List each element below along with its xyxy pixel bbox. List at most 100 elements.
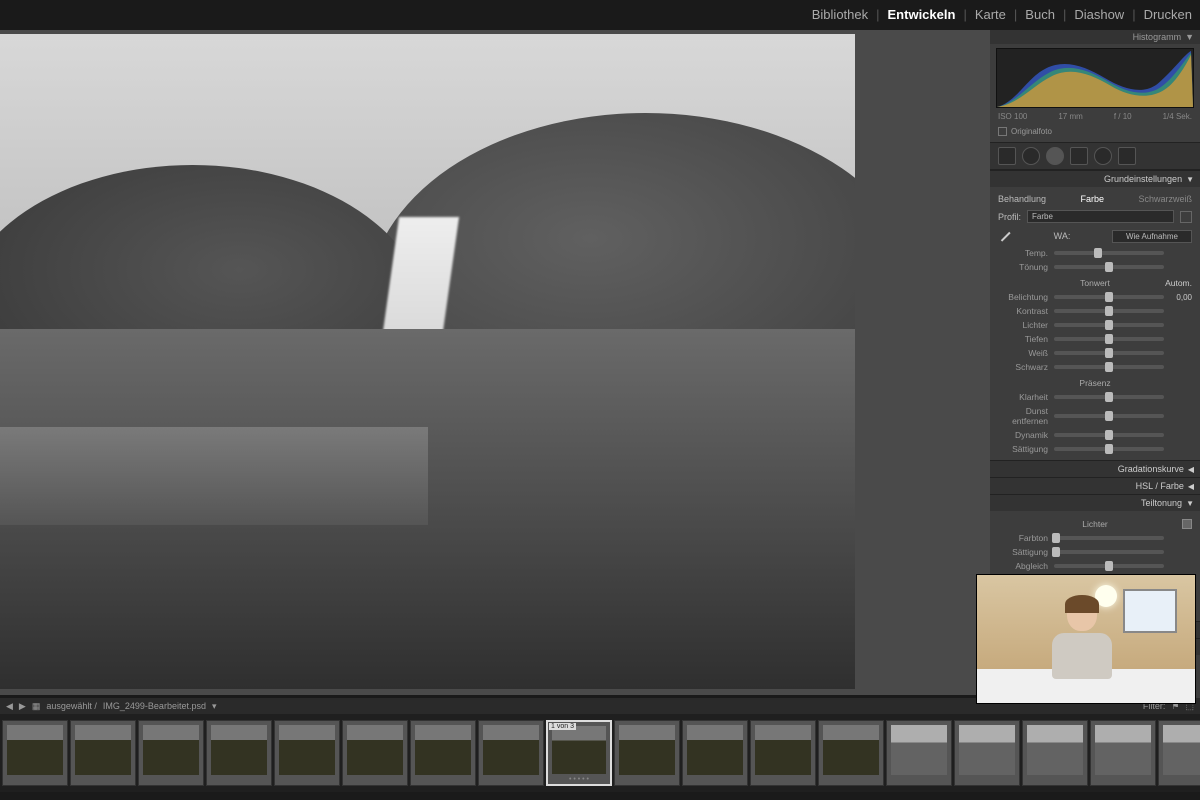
filmstrip[interactable]: 1 von 3• • • • • [0,714,1200,792]
gradient-tool-icon[interactable] [1070,147,1088,165]
treatment-color[interactable]: Farbe [1081,194,1105,204]
split-panel-header[interactable]: Teiltonung▼ [990,494,1200,511]
histogram-meta: ISO 100 17 mm f / 10 1/4 Sek. [990,112,1200,125]
module-tab-karte[interactable]: Karte [975,7,1006,22]
filename: IMG_2499-Bearbeitet.psd [103,701,206,711]
filmstrip-thumb[interactable] [682,720,748,786]
module-tab-bibliothek[interactable]: Bibliothek [812,7,868,22]
hsl-panel-header[interactable]: HSL / Farbe◀ [990,477,1200,494]
highlights-label: Lichter [998,320,1054,330]
split-hl-sat-label: Sättigung [998,547,1054,557]
module-tab-entwickeln[interactable]: Entwickeln [888,7,956,22]
color-swatch-icon[interactable] [1182,519,1192,529]
thumb-badge: 1 von 3 [549,723,576,730]
filmstrip-thumb[interactable] [206,720,272,786]
split-hl-hue-slider[interactable] [1054,536,1164,540]
dropdown-icon[interactable]: ▾ [212,701,217,712]
exposure-slider[interactable] [1054,295,1164,299]
basic-panel-header[interactable]: Grundeinstellungen ▼ [990,170,1200,187]
clarity-slider[interactable] [1054,395,1164,399]
webcam-overlay [976,574,1196,704]
split-balance-slider[interactable] [1054,564,1164,568]
filmstrip-thumb[interactable] [1022,720,1088,786]
local-tools [990,142,1200,170]
filmstrip-thumb[interactable] [274,720,340,786]
filmstrip-thumb[interactable] [138,720,204,786]
shadows-slider[interactable] [1054,337,1164,341]
dehaze-slider[interactable] [1054,414,1164,418]
meta-focal: 17 mm [1058,112,1082,121]
treatment-label: Behandlung [998,194,1046,204]
treatment-bw[interactable]: Schwarzweiß [1138,194,1192,204]
filmstrip-thumb[interactable] [70,720,136,786]
chevron-down-icon: ▼ [1186,175,1194,184]
highlights-slider[interactable] [1054,323,1164,327]
histogram-header[interactable]: Histogramm ▼ [990,30,1200,44]
split-hl-hue-label: Farbton [998,533,1054,543]
separator: | [1132,7,1135,22]
redeye-tool-icon[interactable] [1046,147,1064,165]
split-hl-sat-slider[interactable] [1054,550,1164,554]
chevron-left-icon: ◀ [1188,465,1194,474]
module-nav: Bibliothek | Entwickeln | Karte | Buch | Diashow… [812,0,1192,28]
filmstrip-thumb[interactable] [1090,720,1156,786]
filmstrip-thumb[interactable] [954,720,1020,786]
checkbox-icon[interactable] [998,127,1007,136]
filmstrip-thumb[interactable] [614,720,680,786]
meta-shutter: 1/4 Sek. [1163,112,1192,121]
saturation-slider[interactable] [1054,447,1164,451]
meta-aperture: f / 10 [1114,112,1132,121]
filmstrip-thumb[interactable] [886,720,952,786]
profile-select[interactable]: Farbe [1027,210,1174,223]
filmstrip-thumb[interactable]: 1 von 3• • • • • [546,720,612,786]
filmstrip-thumb[interactable] [478,720,544,786]
original-photo-row[interactable]: Originalfoto [990,125,1200,142]
split-balance-label: Abgleich [998,561,1054,571]
original-label: Originalfoto [1011,127,1052,136]
blacks-slider[interactable] [1054,365,1164,369]
auto-button[interactable]: Autom. [1165,278,1192,288]
filmstrip-thumb[interactable] [818,720,884,786]
exposure-label: Belichtung [998,292,1054,302]
nav-back-icon[interactable]: ◀ [6,701,13,712]
split-highlights-header: Lichter [1082,519,1108,529]
wb-picker-icon[interactable] [998,229,1012,243]
vibrance-slider[interactable] [1054,433,1164,437]
exposure-value: 0,00 [1164,293,1192,302]
spot-tool-icon[interactable] [1022,147,1040,165]
profile-label: Profil: [998,212,1021,222]
curve-panel-header[interactable]: Gradationskurve◀ [990,460,1200,477]
main-photo[interactable] [0,34,855,689]
vibrance-label: Dynamik [998,430,1054,440]
saturation-label: Sättigung [998,444,1054,454]
module-tab-diashow[interactable]: Diashow [1074,7,1124,22]
filmstrip-thumb[interactable] [342,720,408,786]
radial-tool-icon[interactable] [1094,147,1112,165]
tint-slider[interactable] [1054,265,1164,269]
crop-tool-icon[interactable] [998,147,1016,165]
grid-icon[interactable]: ▦ [32,701,41,712]
brush-tool-icon[interactable] [1118,147,1136,165]
nav-fwd-icon[interactable]: ▶ [19,701,26,712]
separator: | [1063,7,1066,22]
meta-iso: ISO 100 [998,112,1027,121]
module-tab-buch[interactable]: Buch [1025,7,1055,22]
basic-header-label: Grundeinstellungen [1104,174,1182,184]
profile-browse-icon[interactable] [1180,211,1192,223]
separator: | [1014,7,1017,22]
histogram[interactable] [996,48,1194,108]
wb-select[interactable]: Wie Aufnahme [1112,230,1192,243]
contrast-slider[interactable] [1054,309,1164,313]
filmstrip-thumb[interactable] [410,720,476,786]
filmstrip-thumb[interactable] [2,720,68,786]
module-tab-drucken[interactable]: Drucken [1144,7,1192,22]
filmstrip-thumb[interactable] [1158,720,1200,786]
filmstrip-thumb[interactable] [750,720,816,786]
separator: | [876,7,879,22]
chevron-down-icon: ▼ [1185,32,1194,42]
chevron-down-icon: ▼ [1186,499,1194,508]
histogram-title: Histogramm [1133,32,1182,42]
whites-slider[interactable] [1054,351,1164,355]
develop-canvas [0,30,990,695]
temp-slider[interactable] [1054,251,1164,255]
